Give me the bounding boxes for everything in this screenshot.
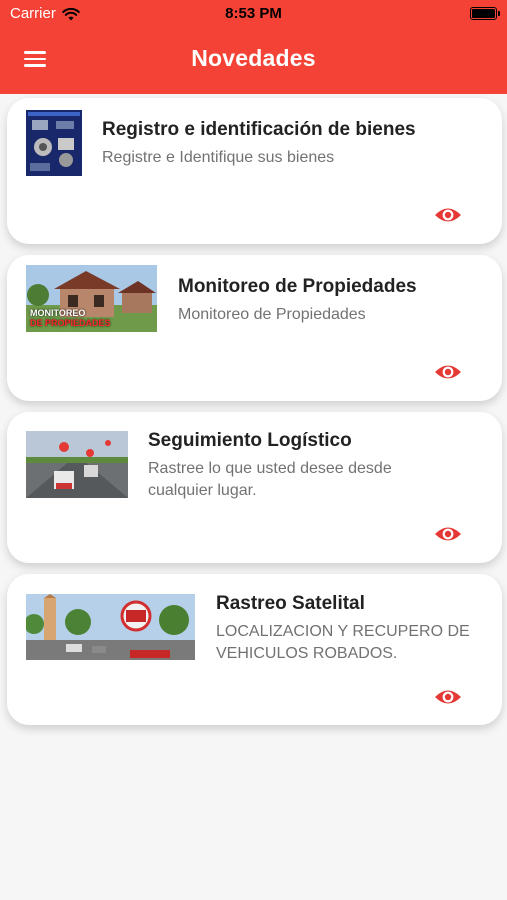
status-bar: Carrier 8:53 PM <box>0 0 507 30</box>
news-card-rastreo[interactable]: Rastreo Satelital LOCALIZACION Y RECUPER… <box>7 574 502 725</box>
card-description: Registre e Identifique sus bienes <box>102 149 335 166</box>
app-header: Carrier 8:53 PM Novedades <box>0 0 507 94</box>
card-description: Rastree lo que usted desee desde cualqui… <box>148 460 392 499</box>
card-thumbnail <box>26 110 82 176</box>
eye-icon[interactable] <box>434 205 462 225</box>
card-title: Seguimiento Logístico <box>148 430 352 451</box>
eye-icon[interactable] <box>434 362 462 382</box>
card-title: Registro e identificación de bienes <box>102 119 416 140</box>
card-thumbnail <box>26 431 128 498</box>
news-card-monitoreo[interactable]: MONITOREO DE PROPIEDADES Monitoreo de Pr… <box>7 255 502 401</box>
page-title: Novedades <box>191 45 316 71</box>
card-thumbnail <box>26 594 195 660</box>
card-title: Monitoreo de Propiedades <box>178 276 417 297</box>
card-thumbnail: MONITOREO DE PROPIEDADES <box>26 265 157 332</box>
status-time: 8:53 PM <box>225 5 282 22</box>
news-card-registro[interactable]: Registro e identificación de bienes Regi… <box>7 98 502 244</box>
thumbnail-caption: MONITOREO DE PROPIEDADES <box>30 308 111 328</box>
card-description: Monitoreo de Propiedades <box>178 306 366 323</box>
battery-icon <box>470 7 500 20</box>
eye-icon[interactable] <box>434 687 462 707</box>
card-description: LOCALIZACION Y RECUPERO DE VEHICULOS ROB… <box>216 623 470 662</box>
news-card-seguimiento[interactable]: Seguimiento Logístico Rastree lo que ust… <box>7 412 502 563</box>
card-title: Rastreo Satelital <box>216 593 365 614</box>
eye-icon[interactable] <box>434 524 462 544</box>
